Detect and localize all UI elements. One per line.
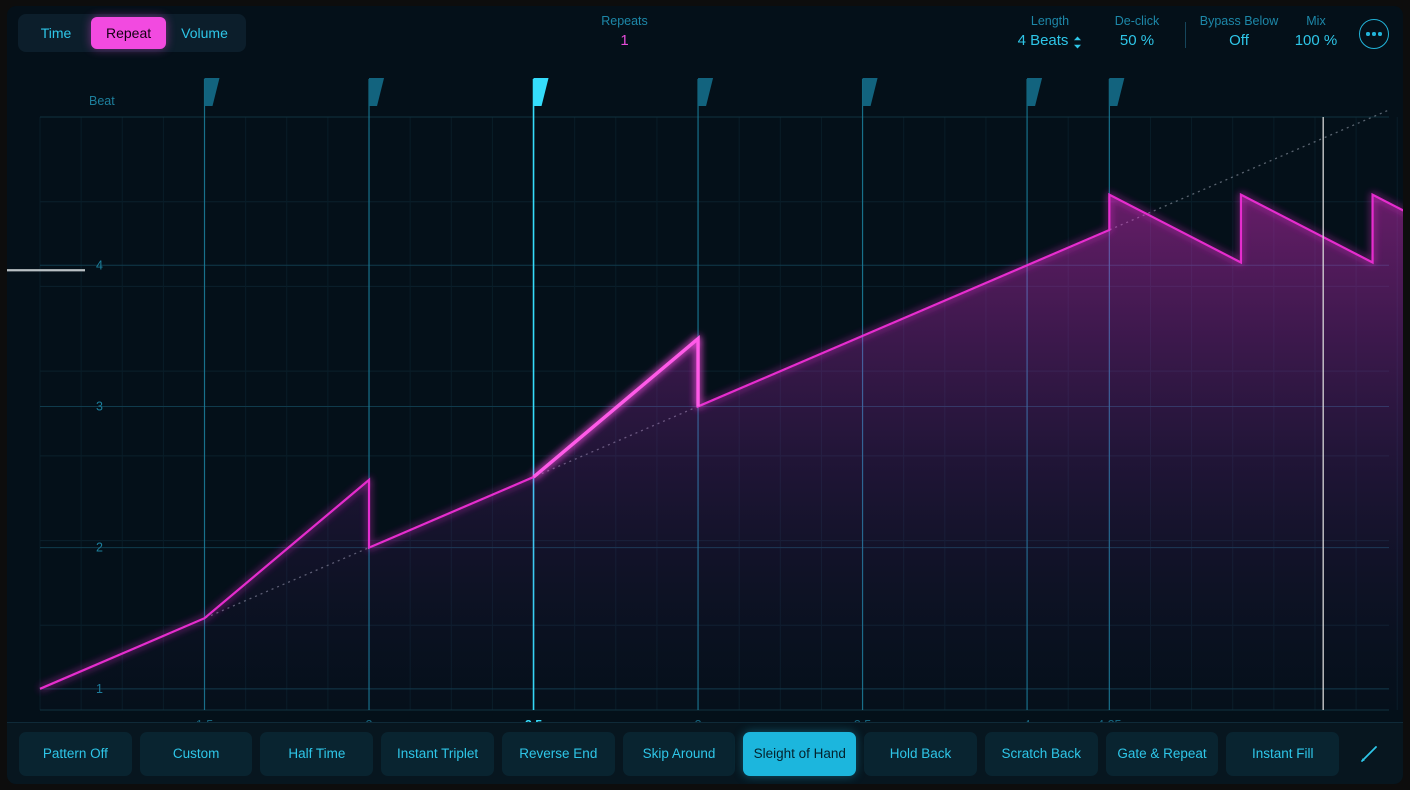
svg-text:3: 3	[96, 399, 103, 413]
length-control[interactable]: Length 4 Beats	[999, 14, 1101, 50]
chevron-updown-icon[interactable]	[1073, 36, 1082, 49]
plugin-panel: Time Repeat Volume Repeats 1 Length 4 Be…	[7, 6, 1403, 784]
repeats-value[interactable]: 1	[572, 32, 677, 51]
preset-instant-triplet[interactable]: Instant Triplet	[381, 731, 494, 776]
svg-text:2: 2	[96, 541, 103, 555]
tab-volume[interactable]: Volume	[166, 17, 243, 49]
beat-graph[interactable]: Beat 12341.522.533.544.25	[7, 62, 1403, 722]
declick-label: De-click	[1114, 14, 1160, 28]
tab-time[interactable]: Time	[21, 17, 91, 49]
toolbar-divider	[1185, 22, 1186, 48]
preset-half-time[interactable]: Half Time	[260, 731, 374, 776]
dot-1	[1366, 32, 1370, 36]
top-toolbar: Time Repeat Volume Repeats 1 Length 4 Be…	[7, 6, 1403, 62]
declick-value[interactable]: 50 %	[1093, 32, 1181, 51]
repeats-control[interactable]: Repeats 1	[572, 14, 677, 50]
preset-custom[interactable]: Custom	[139, 731, 253, 776]
mode-segmented-control[interactable]: Time Repeat Volume	[18, 14, 246, 52]
preset-bar: Pattern Off Custom Half Time Instant Tri…	[7, 722, 1403, 784]
preset-scratch-back[interactable]: Scratch Back	[984, 731, 1098, 776]
svg-text:4: 4	[96, 258, 103, 272]
mix-control[interactable]: Mix 100 %	[1279, 14, 1353, 50]
preset-hold-back[interactable]: Hold Back	[864, 731, 977, 776]
length-label: Length	[1030, 14, 1070, 28]
plugin-window: Time Repeat Volume Repeats 1 Length 4 Be…	[0, 0, 1410, 790]
more-options-icon[interactable]	[1359, 19, 1389, 49]
preset-reverse-end[interactable]: Reverse End	[501, 731, 615, 776]
preset-skip-around[interactable]: Skip Around	[622, 731, 736, 776]
preset-pattern-off[interactable]: Pattern Off	[19, 731, 132, 776]
dot-3	[1378, 32, 1382, 36]
bypass-below-value[interactable]: Off	[1189, 32, 1289, 51]
declick-control[interactable]: De-click 50 %	[1093, 14, 1181, 50]
pencil-edit-icon[interactable]	[1347, 732, 1391, 776]
mix-value[interactable]: 100 %	[1279, 32, 1353, 51]
length-value[interactable]: 4 Beats	[1018, 32, 1069, 51]
dot-2	[1372, 32, 1376, 36]
beat-graph-canvas[interactable]: 12341.522.533.544.25	[7, 62, 1403, 722]
bypass-below-label: Bypass Below	[1199, 14, 1279, 28]
beat-axis-title: Beat	[89, 94, 115, 108]
repeats-label: Repeats	[601, 14, 648, 28]
preset-sleight-of-hand[interactable]: Sleight of Hand	[743, 731, 857, 776]
bypass-below-control[interactable]: Bypass Below Off	[1189, 14, 1289, 50]
preset-gate-and-repeat[interactable]: Gate & Repeat	[1105, 731, 1219, 776]
preset-instant-fill[interactable]: Instant Fill	[1226, 731, 1340, 776]
mix-label: Mix	[1306, 14, 1326, 28]
tab-repeat[interactable]: Repeat	[91, 17, 167, 49]
